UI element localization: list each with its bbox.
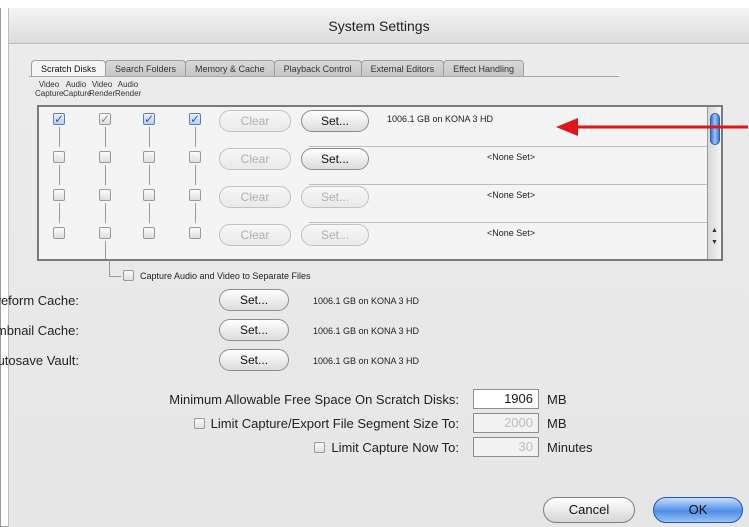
scratch-row: Clear Set... <None Set> bbox=[39, 221, 719, 259]
clear-button[interactable]: Clear bbox=[219, 110, 291, 132]
video-render-checkbox[interactable] bbox=[143, 151, 155, 163]
autosave-vault-info: 1006.1 GB on KONA 3 HD bbox=[313, 356, 420, 366]
clear-button[interactable]: Clear bbox=[219, 186, 291, 208]
connector bbox=[105, 203, 106, 223]
scroll-up-arrow-icon[interactable]: ▲ bbox=[711, 227, 718, 235]
waveform-cache-info: 1006.1 GB on KONA 3 HD bbox=[313, 296, 420, 306]
tab-scratch-disks[interactable]: Scratch Disks bbox=[31, 60, 107, 76]
window-titlebar: System Settings bbox=[9, 8, 749, 44]
arrow-head bbox=[556, 118, 578, 136]
thumbnail-set-button[interactable]: Set... bbox=[219, 319, 289, 341]
audio-capture-checkbox[interactable] bbox=[99, 151, 111, 163]
video-render-checkbox[interactable] bbox=[143, 227, 155, 239]
tab-external-editors[interactable]: External Editors bbox=[360, 60, 445, 76]
clear-button[interactable]: Clear bbox=[219, 148, 291, 170]
min-free-space-unit: MB bbox=[547, 392, 567, 407]
connector bbox=[105, 165, 106, 185]
tab-memory-cache[interactable]: Memory & Cache bbox=[185, 60, 275, 76]
connector bbox=[195, 127, 196, 147]
limit-capture-option[interactable]: Limit Capture Now To: bbox=[314, 440, 459, 455]
waveform-cache-row: Waveform Cache: Set... 1006.1 GB on KONA… bbox=[0, 289, 609, 313]
limit-capture-checkbox[interactable] bbox=[314, 442, 326, 453]
ok-button[interactable]: OK bbox=[653, 497, 743, 523]
set-button[interactable]: Set... bbox=[301, 186, 369, 208]
connector bbox=[195, 203, 196, 223]
scroll-down-arrow-icon[interactable]: ▼ bbox=[711, 239, 718, 247]
thumbnail-cache-label: Thumbnail Cache: bbox=[0, 323, 79, 338]
waveform-set-button[interactable]: Set... bbox=[219, 289, 289, 311]
audio-capture-checkbox[interactable]: ✓ bbox=[99, 113, 111, 125]
limit-capture-label: Limit Capture Now To: bbox=[331, 440, 459, 455]
connector bbox=[105, 127, 106, 147]
video-capture-checkbox[interactable] bbox=[53, 151, 65, 163]
thumbnail-cache-row: Thumbnail Cache: Set... 1006.1 GB on KON… bbox=[0, 319, 609, 343]
clear-button[interactable]: Clear bbox=[219, 224, 291, 246]
thumbnail-cache-info: 1006.1 GB on KONA 3 HD bbox=[313, 326, 420, 336]
tab-search-folders[interactable]: Search Folders bbox=[105, 60, 187, 76]
set-button[interactable]: Set... bbox=[301, 224, 369, 246]
connector bbox=[109, 260, 110, 276]
limit-segment-option[interactable]: Limit Capture/Export File Segment Size T… bbox=[193, 416, 459, 431]
set-button[interactable]: Set... bbox=[301, 110, 369, 132]
audio-render-checkbox[interactable] bbox=[189, 189, 201, 201]
min-free-space-field[interactable]: 1906 bbox=[473, 389, 539, 409]
col-audio-render: Audio Render bbox=[115, 80, 142, 98]
audio-capture-checkbox[interactable] bbox=[99, 227, 111, 239]
limit-segment-unit: MB bbox=[547, 416, 567, 431]
tab-playback-control[interactable]: Playback Control bbox=[273, 60, 362, 76]
scratch-disk-info: <None Set> bbox=[487, 152, 536, 162]
scratch-disk-info: <None Set> bbox=[487, 228, 536, 238]
col-audio-capture: Audio Capture bbox=[63, 80, 92, 98]
limit-segment-checkbox[interactable] bbox=[193, 418, 205, 429]
system-settings-window: System Settings Scratch Disks Search Fol… bbox=[0, 8, 749, 527]
scratch-row: Clear Set... <None Set> bbox=[39, 183, 719, 223]
separate-files-checkbox[interactable] bbox=[123, 270, 134, 281]
video-capture-checkbox[interactable] bbox=[53, 227, 65, 239]
col-video-capture: Video Capture bbox=[35, 80, 64, 98]
tab-pane-border bbox=[29, 76, 619, 77]
scratch-row: Clear Set... <None Set> bbox=[39, 145, 719, 185]
limit-segment-label: Limit Capture/Export File Segment Size T… bbox=[210, 416, 459, 431]
connector bbox=[149, 165, 150, 185]
connector bbox=[195, 165, 196, 185]
audio-render-checkbox[interactable]: ✓ bbox=[189, 113, 201, 125]
video-render-checkbox[interactable] bbox=[143, 189, 155, 201]
video-capture-checkbox[interactable]: ✓ bbox=[53, 113, 65, 125]
autosave-vault-label: Autosave Vault: bbox=[0, 353, 79, 368]
connector bbox=[109, 276, 121, 277]
audio-render-checkbox[interactable] bbox=[189, 227, 201, 239]
connector bbox=[59, 127, 60, 147]
set-button[interactable]: Set... bbox=[301, 148, 369, 170]
connector bbox=[59, 165, 60, 185]
connector bbox=[149, 127, 150, 147]
annotation-arrow-icon bbox=[556, 118, 748, 136]
video-capture-checkbox[interactable] bbox=[53, 189, 65, 201]
cancel-button[interactable]: Cancel bbox=[543, 497, 635, 523]
autosave-set-button[interactable]: Set... bbox=[219, 349, 289, 371]
waveform-cache-label: Waveform Cache: bbox=[0, 293, 79, 308]
limit-segment-row: Limit Capture/Export File Segment Size T… bbox=[9, 413, 749, 435]
limit-capture-row: Limit Capture Now To: 30 Minutes bbox=[9, 437, 749, 459]
scratch-disk-info: <None Set> bbox=[487, 190, 536, 200]
audio-capture-checkbox[interactable] bbox=[99, 189, 111, 201]
connector bbox=[105, 241, 106, 259]
separate-files-option[interactable]: Capture Audio and Video to Separate File… bbox=[123, 270, 310, 281]
audio-render-checkbox[interactable] bbox=[189, 151, 201, 163]
min-free-space-label: Minimum Allowable Free Space On Scratch … bbox=[169, 392, 459, 407]
connector bbox=[59, 203, 60, 223]
scratch-disk-info: 1006.1 GB on KONA 3 HD bbox=[387, 114, 494, 124]
min-free-space-row: Minimum Allowable Free Space On Scratch … bbox=[9, 389, 749, 411]
col-video-render: Video Render bbox=[89, 80, 116, 98]
limit-capture-unit: Minutes bbox=[547, 440, 593, 455]
limit-segment-field[interactable]: 2000 bbox=[473, 413, 539, 433]
autosave-vault-row: Autosave Vault: Set... 1006.1 GB on KONA… bbox=[0, 349, 609, 373]
limit-capture-field[interactable]: 30 bbox=[473, 437, 539, 457]
cropped-heading: ▔▔▔▔▔▔▔▔▔▔▔▔▔▔▔▔▔▔▔▔ bbox=[0, 0, 749, 8]
column-headers: Video Capture Audio Capture Video Render… bbox=[35, 80, 141, 98]
connector bbox=[149, 203, 150, 223]
video-render-checkbox[interactable]: ✓ bbox=[143, 113, 155, 125]
separate-files-label: Capture Audio and Video to Separate File… bbox=[140, 270, 311, 281]
tab-effect-handling[interactable]: Effect Handling bbox=[443, 60, 525, 76]
window-title: System Settings bbox=[328, 18, 430, 34]
